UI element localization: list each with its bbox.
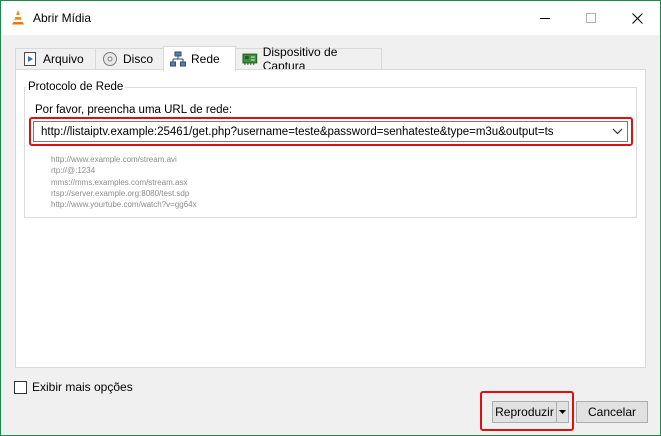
close-icon bbox=[631, 12, 643, 24]
minimize-button[interactable] bbox=[522, 1, 568, 35]
url-combobox[interactable] bbox=[33, 121, 628, 142]
caret-down-icon bbox=[558, 410, 566, 414]
network-icon bbox=[170, 51, 186, 67]
play-button[interactable]: Reproduzir bbox=[492, 401, 569, 423]
cancel-button[interactable]: Cancelar bbox=[576, 401, 648, 423]
close-button[interactable] bbox=[614, 1, 660, 35]
capture-card-icon bbox=[242, 53, 258, 65]
example-url: rtsp://server.example.org:8080/test.sdp bbox=[51, 188, 190, 198]
tab-dispositivo-captura[interactable]: Dispositivo de Captura bbox=[235, 45, 382, 73]
example-url: mms://mms.examples.com/stream.asx bbox=[51, 177, 188, 187]
example-url: rtp://@:1234 bbox=[51, 166, 96, 176]
minimize-icon bbox=[540, 18, 550, 19]
show-more-checkbox[interactable] bbox=[14, 380, 27, 394]
play-dropdown-button[interactable] bbox=[556, 402, 568, 422]
tab-rede[interactable]: Rede bbox=[163, 46, 236, 71]
title-bar[interactable]: Abrir Mídia bbox=[1, 1, 660, 35]
tab-label: Disco bbox=[123, 52, 154, 66]
show-more-label: Exibir mais opções bbox=[32, 380, 133, 394]
tab-arquivo[interactable]: Arquivo bbox=[15, 48, 96, 69]
tab-label: Rede bbox=[191, 52, 220, 66]
file-play-icon bbox=[24, 52, 36, 66]
example-url: http://www.example.com/stream.avi bbox=[51, 155, 177, 164]
group-title: Protocolo de Rede bbox=[26, 81, 126, 93]
network-tab-panel: Protocolo de Rede Por favor, preencha um… bbox=[15, 69, 646, 368]
play-button-label[interactable]: Reproduzir bbox=[493, 402, 557, 422]
maximize-icon bbox=[586, 13, 596, 23]
example-url: http://www.yourtube.com/watch?v=gg64x bbox=[51, 200, 197, 210]
url-label: Por favor, preencha uma URL de rede: bbox=[35, 104, 233, 116]
url-examples: http://www.example.com/stream.avi rtp://… bbox=[51, 154, 197, 210]
tab-disco[interactable]: Disco bbox=[95, 48, 164, 69]
maximize-button[interactable] bbox=[568, 1, 614, 35]
vlc-cone-icon bbox=[12, 10, 24, 25]
window-title: Abrir Mídia bbox=[33, 11, 92, 25]
tab-label: Arquivo bbox=[43, 52, 84, 66]
disc-icon bbox=[103, 52, 117, 66]
url-input[interactable] bbox=[34, 122, 609, 141]
open-media-dialog: Abrir Mídia Arquivo Disco Rede Dispositi… bbox=[0, 0, 661, 436]
chevron-down-icon[interactable] bbox=[612, 127, 623, 136]
show-more-options[interactable]: Exibir mais opções bbox=[14, 380, 133, 394]
